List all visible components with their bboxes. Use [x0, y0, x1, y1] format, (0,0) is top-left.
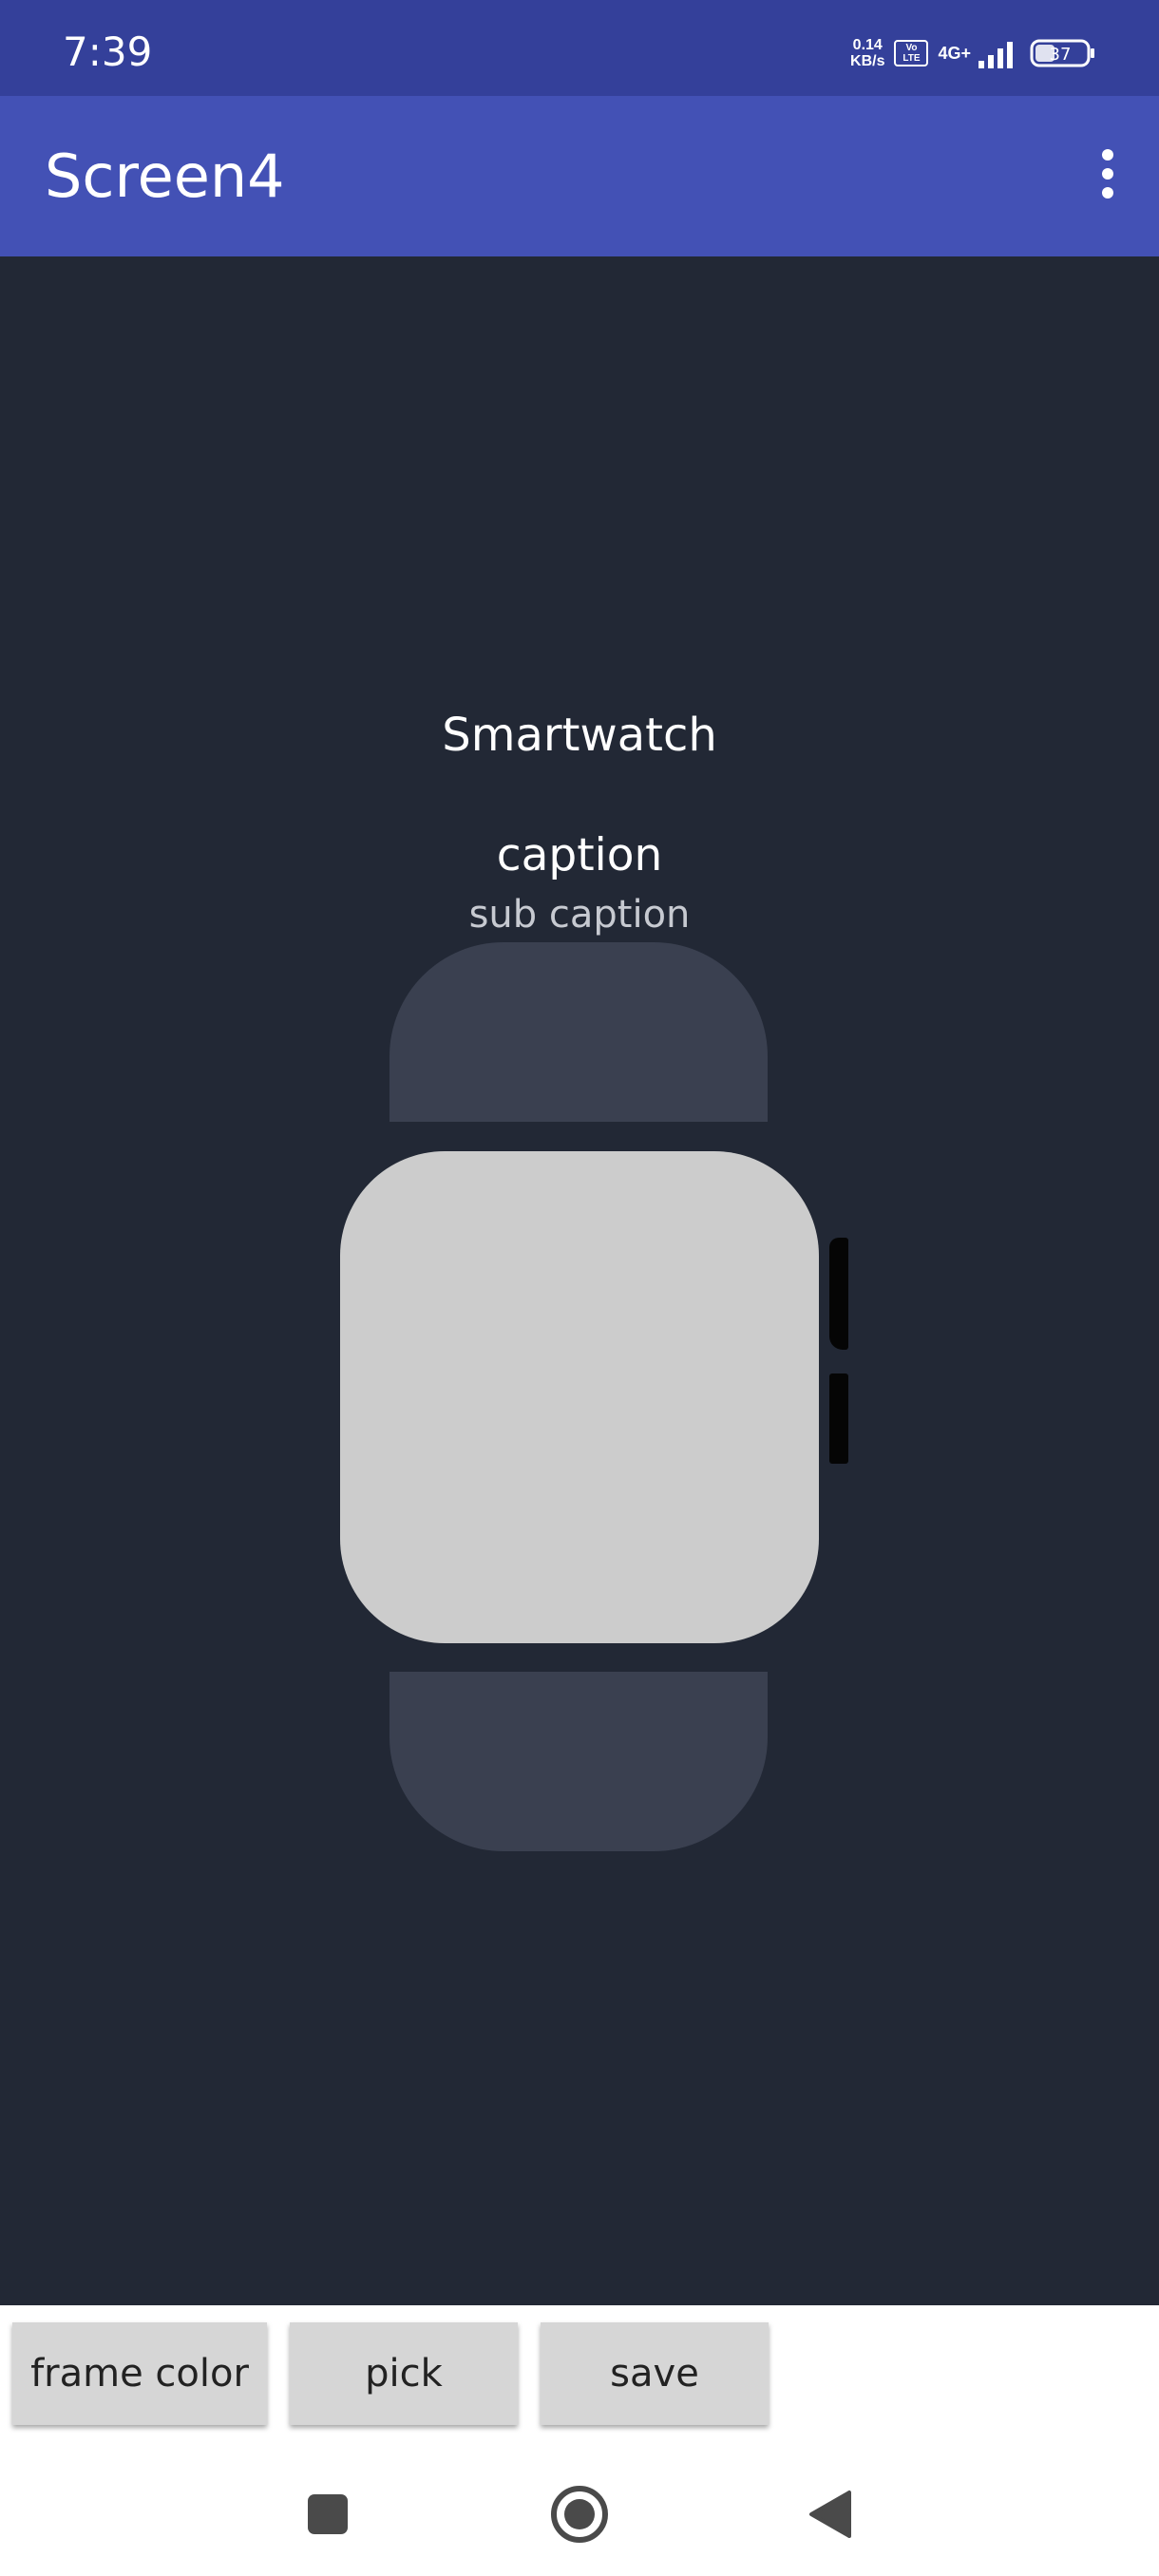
caption-label: caption	[496, 829, 663, 881]
pick-button[interactable]: pick	[290, 2322, 518, 2425]
sub-caption-label: sub caption	[468, 893, 691, 937]
save-button[interactable]: save	[541, 2322, 769, 2425]
watch-side-button	[829, 1373, 848, 1464]
watch-strap-top	[390, 942, 768, 1122]
signal-icon	[978, 42, 1013, 68]
volte-icon: Vo LTE	[894, 40, 929, 66]
square-icon[interactable]	[294, 2481, 361, 2548]
more-vert-icon[interactable]	[1087, 143, 1129, 210]
triangle-back-icon[interactable]	[798, 2481, 864, 2548]
watch-crown-button	[829, 1238, 848, 1350]
battery-level: 37	[1050, 45, 1072, 65]
app-title: Screen4	[45, 142, 285, 211]
network-speed: 0.14 KB/s	[850, 37, 884, 69]
status-time: 7:39	[63, 28, 153, 75]
watch-strap-bottom	[390, 1672, 768, 1851]
network-speed-value: 0.14	[852, 37, 883, 53]
circle-icon[interactable]	[546, 2481, 613, 2548]
title-label: Smartwatch	[442, 709, 717, 762]
network-speed-unit: KB/s	[850, 53, 885, 69]
status-icons: 0.14 KB/s Vo LTE 4G+ 37	[850, 32, 1096, 74]
navigation-bar	[0, 2451, 1159, 2576]
frame-color-button[interactable]: frame color	[12, 2322, 267, 2425]
battery-icon: 37	[1030, 38, 1096, 68]
status-bar: 7:39 0.14 KB/s Vo LTE 4G+ 37	[0, 0, 1159, 96]
network-type: 4G+	[938, 43, 971, 63]
app-bar: Screen4	[0, 96, 1159, 256]
watch-face[interactable]	[340, 1151, 819, 1643]
